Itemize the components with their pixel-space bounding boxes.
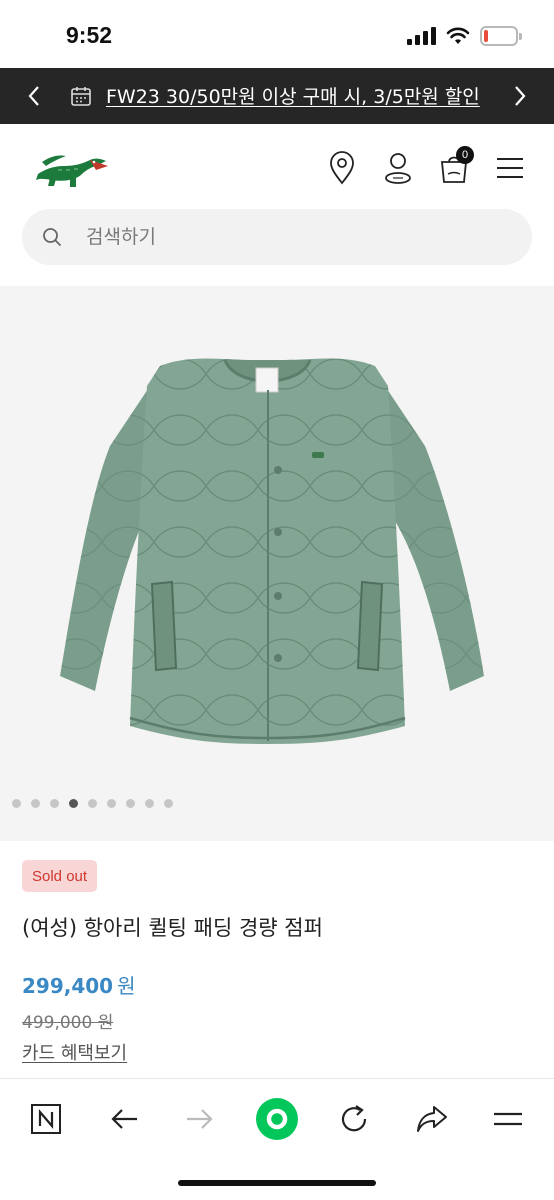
wifi-icon: [446, 27, 470, 44]
status-time: 9:52: [66, 22, 113, 48]
share-icon: [417, 1106, 447, 1132]
cart-count-badge: 0: [456, 146, 474, 164]
forward-button[interactable]: [178, 1097, 222, 1141]
reload-button[interactable]: [332, 1097, 376, 1141]
account-button[interactable]: [380, 150, 416, 186]
search-bar[interactable]: [22, 209, 532, 265]
gallery-dot[interactable]: [164, 799, 173, 808]
gallery-dot[interactable]: [126, 799, 135, 808]
gallery-dot[interactable]: [31, 799, 40, 808]
site-header: 0: [0, 124, 554, 214]
promo-prev-button[interactable]: [20, 80, 48, 112]
calendar-icon: [71, 86, 91, 106]
main-menu-button[interactable]: [492, 150, 528, 186]
sale-price-unit: 원: [117, 974, 136, 998]
naver-n-icon: [31, 1104, 61, 1134]
header-icons: 0: [324, 146, 528, 186]
hamburger-menu-icon: [497, 158, 523, 178]
browser-menu-button[interactable]: [486, 1097, 530, 1141]
gallery-dot[interactable]: [69, 799, 78, 808]
sale-price-value: 299,400: [22, 974, 114, 998]
forward-arrow-icon: [187, 1109, 213, 1129]
battery-level: [484, 30, 488, 42]
green-dot-button[interactable]: [255, 1097, 299, 1141]
location-pin-icon: [330, 151, 354, 185]
back-arrow-icon: [111, 1109, 137, 1129]
battery-icon: [480, 26, 522, 46]
promo-banner: FW23 30/50만원 이상 구매 시, 3/5만원 할인: [0, 68, 554, 124]
chevron-right-icon: [515, 86, 526, 106]
reload-icon: [341, 1105, 367, 1132]
status-icons: [407, 26, 522, 46]
gallery-pagination: [12, 799, 173, 808]
green-circle-icon: [256, 1098, 298, 1140]
gallery-dot[interactable]: [50, 799, 59, 808]
search-icon: [43, 228, 62, 247]
promo-content[interactable]: FW23 30/50만원 이상 구매 시, 3/5만원 할인: [70, 82, 480, 109]
menu-icon: [494, 1112, 522, 1126]
original-price: 499,000 원: [22, 1013, 114, 1033]
naver-home-button[interactable]: [24, 1097, 68, 1141]
gallery-dot[interactable]: [12, 799, 21, 808]
lacoste-crocodile-logo[interactable]: [34, 144, 110, 190]
gallery-dot[interactable]: [88, 799, 97, 808]
status-bar: 9:52: [0, 0, 554, 68]
browser-toolbar: [0, 1078, 554, 1200]
promo-link[interactable]: FW23 30/50만원 이상 구매 시, 3/5만원 할인: [106, 82, 480, 109]
cart-button[interactable]: 0: [436, 146, 474, 186]
search-input[interactable]: [86, 209, 506, 265]
gallery-dot[interactable]: [145, 799, 154, 808]
card-benefits-link[interactable]: 카드 혜택보기: [22, 1039, 127, 1065]
sale-price: 299,400 원: [22, 970, 136, 999]
back-button[interactable]: [102, 1097, 146, 1141]
product-name: (여성) 항아리 퀼팅 패딩 경량 점퍼: [22, 916, 323, 940]
product-image-gallery[interactable]: [0, 286, 554, 841]
cellular-signal-icon: [407, 27, 436, 45]
home-indicator[interactable]: [178, 1180, 376, 1186]
store-locator-button[interactable]: [324, 150, 360, 186]
chevron-left-icon: [28, 86, 39, 106]
sold-out-badge: Sold out: [22, 860, 98, 892]
share-button[interactable]: [410, 1097, 454, 1141]
promo-next-button[interactable]: [506, 80, 534, 112]
user-icon: [385, 153, 411, 184]
gallery-dot[interactable]: [107, 799, 116, 808]
product-image: [60, 358, 484, 744]
